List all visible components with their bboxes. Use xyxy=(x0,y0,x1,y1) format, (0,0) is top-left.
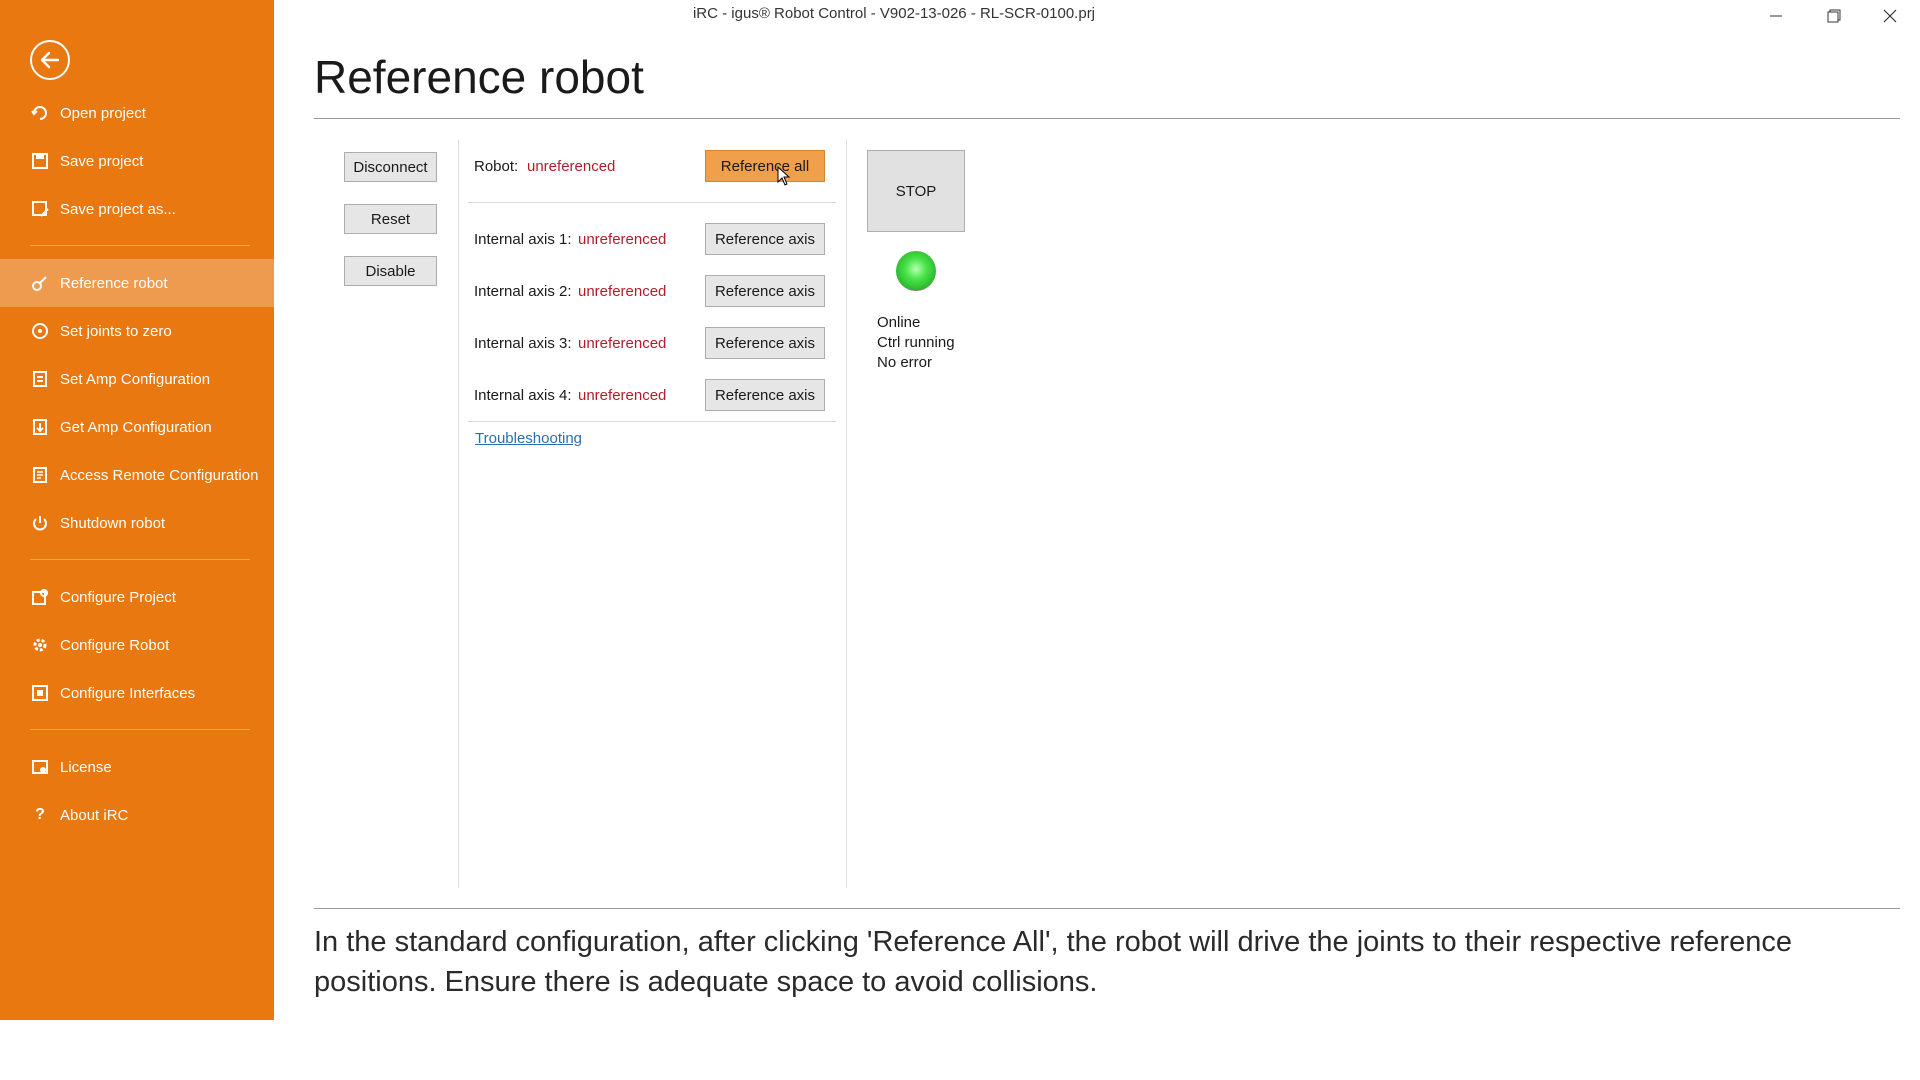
set-zero-icon xyxy=(30,321,50,341)
connection-status: Online Ctrl running No error xyxy=(877,313,955,373)
restore-icon xyxy=(1827,9,1841,23)
restore-button[interactable] xyxy=(1806,0,1862,32)
sidebar-item-label: Shutdown robot xyxy=(60,514,166,532)
sidebar-item-label: Reference robot xyxy=(60,274,168,292)
reference-axis-3-button[interactable]: Reference axis xyxy=(705,327,825,359)
axis-2-label: Internal axis 2: xyxy=(474,283,572,300)
interfaces-icon xyxy=(30,683,50,703)
sidebar-item-save-project[interactable]: Save project xyxy=(0,137,274,185)
sidebar-item-label: Save project xyxy=(60,152,144,170)
sidebar: Open project Save project Save project a… xyxy=(0,0,274,1020)
axis-4-status: unreferenced xyxy=(578,387,667,404)
sidebar-item-label: Get Amp Configuration xyxy=(60,418,212,436)
minimize-icon xyxy=(1770,15,1782,17)
sidebar-item-access-remote-configuration[interactable]: Access Remote Configuration xyxy=(0,451,274,499)
save-as-icon xyxy=(30,199,50,219)
reference-axis-1-button[interactable]: Reference axis xyxy=(705,223,825,255)
sidebar-item-label: Configure Project xyxy=(60,588,176,606)
back-button[interactable] xyxy=(30,40,70,80)
disable-button[interactable]: Disable xyxy=(344,256,437,286)
axis-2-status: unreferenced xyxy=(578,283,667,300)
sidebar-divider xyxy=(30,729,250,730)
sidebar-item-configure-interfaces[interactable]: Configure Interfaces xyxy=(0,669,274,717)
info-divider xyxy=(314,908,1900,909)
sidebar-item-configure-project[interactable]: Configure Project xyxy=(0,573,274,621)
sidebar-item-configure-robot[interactable]: Configure Robot xyxy=(0,621,274,669)
sidebar-item-about-irc[interactable]: ? About iRC xyxy=(0,791,274,839)
reference-axis-4-button[interactable]: Reference axis xyxy=(705,379,825,411)
robot-label: Robot: xyxy=(474,158,519,175)
sidebar-item-label: About iRC xyxy=(60,806,129,824)
axis-3-label: Internal axis 3: xyxy=(474,335,572,352)
sidebar-item-label: Configure Interfaces xyxy=(60,684,196,702)
sidebar-item-save-project-as[interactable]: Save project as... xyxy=(0,185,274,233)
sidebar-item-label: Open project xyxy=(60,104,146,122)
question-icon: ? xyxy=(35,806,45,823)
save-icon xyxy=(30,151,50,171)
window-title: iRC - igus® Robot Control - V902-13-026 … xyxy=(692,5,1096,22)
reference-all-button[interactable]: Reference all xyxy=(705,150,825,182)
mouse-cursor-icon xyxy=(777,166,791,186)
sidebar-item-label: Access Remote Configuration xyxy=(60,466,259,484)
status-online: Online xyxy=(877,314,921,331)
minimize-button[interactable] xyxy=(1748,0,1804,32)
set-amp-icon xyxy=(30,369,50,389)
sidebar-item-get-amp-configuration[interactable]: Get Amp Configuration xyxy=(0,403,274,451)
status-error: No error xyxy=(877,354,933,371)
panel-divider xyxy=(458,140,459,888)
status-led-icon xyxy=(896,251,936,291)
status-controller: Ctrl running xyxy=(877,334,955,351)
sidebar-item-label: Configure Robot xyxy=(60,636,170,654)
close-icon xyxy=(1883,9,1897,23)
page-title: Reference robot xyxy=(314,51,644,103)
sidebar-item-label: Set joints to zero xyxy=(60,322,172,340)
title-divider xyxy=(314,118,1900,119)
sidebar-item-set-joints-to-zero[interactable]: Set joints to zero xyxy=(0,307,274,355)
gear-icon xyxy=(30,635,50,655)
remote-config-icon xyxy=(30,465,50,485)
reference-axis-2-button[interactable]: Reference axis xyxy=(705,275,825,307)
get-amp-icon xyxy=(30,417,50,437)
sidebar-item-set-amp-configuration[interactable]: Set Amp Configuration xyxy=(0,355,274,403)
info-text: In the standard configuration, after cli… xyxy=(314,926,1792,998)
axis-3-status: unreferenced xyxy=(578,335,667,352)
axis-1-label: Internal axis 1: xyxy=(474,231,572,248)
reference-robot-icon xyxy=(30,273,50,293)
sidebar-item-label: Save project as... xyxy=(60,200,176,218)
panel-divider xyxy=(846,140,847,888)
sidebar-item-reference-robot[interactable]: Reference robot xyxy=(0,259,274,307)
sidebar-item-label: License xyxy=(60,758,112,776)
sidebar-item-shutdown-robot[interactable]: Shutdown robot xyxy=(0,499,274,547)
disconnect-button[interactable]: Disconnect xyxy=(344,152,437,182)
axis-1-status: unreferenced xyxy=(578,231,667,248)
sidebar-item-open-project[interactable]: Open project xyxy=(0,89,274,137)
power-icon xyxy=(30,513,50,533)
row-divider xyxy=(468,202,836,203)
axis-4-label: Internal axis 4: xyxy=(474,387,572,404)
sidebar-item-license[interactable]: License xyxy=(0,743,274,791)
sidebar-item-label: Set Amp Configuration xyxy=(60,370,211,388)
stop-button[interactable]: STOP xyxy=(867,150,965,232)
row-divider xyxy=(468,421,836,422)
reset-button[interactable]: Reset xyxy=(344,204,437,234)
arrow-left-icon xyxy=(40,51,60,69)
open-project-icon xyxy=(30,103,50,123)
troubleshooting-link[interactable]: Troubleshooting xyxy=(475,430,582,447)
robot-status: unreferenced xyxy=(527,158,616,175)
configure-project-icon xyxy=(30,587,50,607)
close-button[interactable] xyxy=(1862,0,1918,32)
license-icon xyxy=(30,757,50,777)
sidebar-divider xyxy=(30,559,250,560)
sidebar-divider xyxy=(30,245,250,246)
